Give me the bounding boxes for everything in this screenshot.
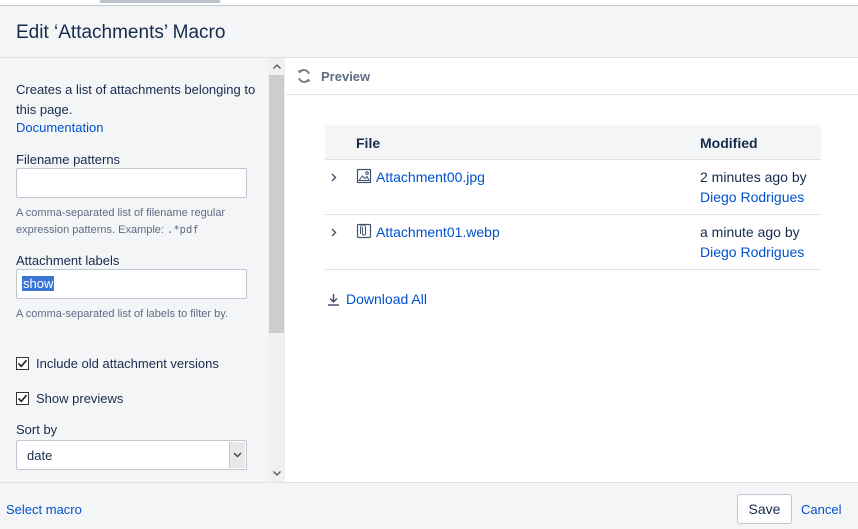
macro-parameters-panel: Creates a list of attachments belonging … [0, 58, 285, 482]
attachment-file-icon [356, 223, 372, 239]
filename-patterns-label: Filename patterns [16, 152, 121, 167]
attachment-link[interactable]: Attachment01.webp [376, 224, 500, 240]
modified-by-user-link[interactable]: Diego Rodrigues [700, 189, 804, 205]
dialog-title: Edit ‘Attachments’ Macro [16, 22, 226, 43]
dialog-footer: Select macro Save Cancel [0, 482, 858, 529]
download-all-link[interactable]: Download All [327, 291, 427, 307]
attachment-link[interactable]: Attachment00.jpg [376, 169, 485, 185]
column-header-modified: Modified [700, 135, 758, 151]
modified-by-user-link[interactable]: Diego Rodrigues [700, 244, 804, 260]
scrollbar-thumb[interactable] [269, 75, 284, 333]
attachment-labels-input[interactable]: show [16, 269, 247, 299]
table-row: Attachment00.jpg 2 minutes ago by Diego … [325, 160, 821, 215]
preview-panel: Preview File Modified Attachment00.jpg 2… [286, 58, 858, 482]
table-header: File Modified [325, 125, 821, 160]
download-icon [328, 293, 339, 306]
image-file-icon [356, 168, 372, 184]
dialog-header: Edit ‘Attachments’ Macro [0, 6, 858, 58]
checkbox-checked-icon [16, 392, 29, 405]
scroll-down-arrow-icon[interactable] [268, 465, 285, 482]
include-old-versions-checkbox[interactable]: Include old attachment versions [16, 356, 219, 371]
save-button[interactable]: Save [737, 494, 792, 524]
preview-header: Preview [286, 58, 858, 95]
filename-patterns-input[interactable] [16, 168, 247, 198]
background-page-text [100, 0, 220, 3]
sort-by-value: date [27, 448, 53, 463]
table-row: Attachment01.webp a minute ago by Diego … [325, 215, 821, 270]
attachments-table: File Modified Attachment00.jpg 2 minutes… [325, 125, 821, 270]
refresh-icon[interactable] [296, 68, 312, 84]
documentation-link[interactable]: Documentation [16, 120, 103, 135]
download-all-label: Download All [346, 291, 427, 307]
show-previews-checkbox[interactable]: Show previews [16, 391, 123, 406]
chevron-right-icon[interactable] [329, 170, 339, 184]
filename-patterns-hint: A comma-separated list of filename regul… [16, 205, 252, 239]
cancel-link[interactable]: Cancel [801, 502, 841, 517]
macro-description: Creates a list of attachments belonging … [16, 82, 256, 117]
left-panel-scrollbar[interactable] [268, 58, 285, 482]
modified-time: 2 minutes ago by [700, 169, 807, 185]
select-macro-link[interactable]: Select macro [6, 502, 82, 517]
attachment-labels-hint: A comma-separated list of labels to filt… [16, 308, 228, 320]
attachment-labels-label: Attachment labels [16, 253, 120, 268]
scroll-up-arrow-icon[interactable] [268, 58, 285, 75]
filename-patterns-hint-example: .*pdf [167, 224, 199, 236]
chevron-right-icon[interactable] [329, 225, 339, 239]
include-old-versions-label: Include old attachment versions [36, 356, 219, 371]
checkbox-checked-icon [16, 357, 29, 370]
column-header-file: File [356, 135, 381, 151]
attachment-labels-value: show [22, 276, 55, 291]
preview-title: Preview [321, 68, 371, 84]
show-previews-label: Show previews [36, 391, 124, 406]
sort-by-select[interactable]: date [16, 440, 247, 470]
modified-time: a minute ago by [700, 224, 800, 240]
sort-by-label: Sort by [16, 422, 58, 437]
chevron-down-icon [229, 442, 245, 468]
